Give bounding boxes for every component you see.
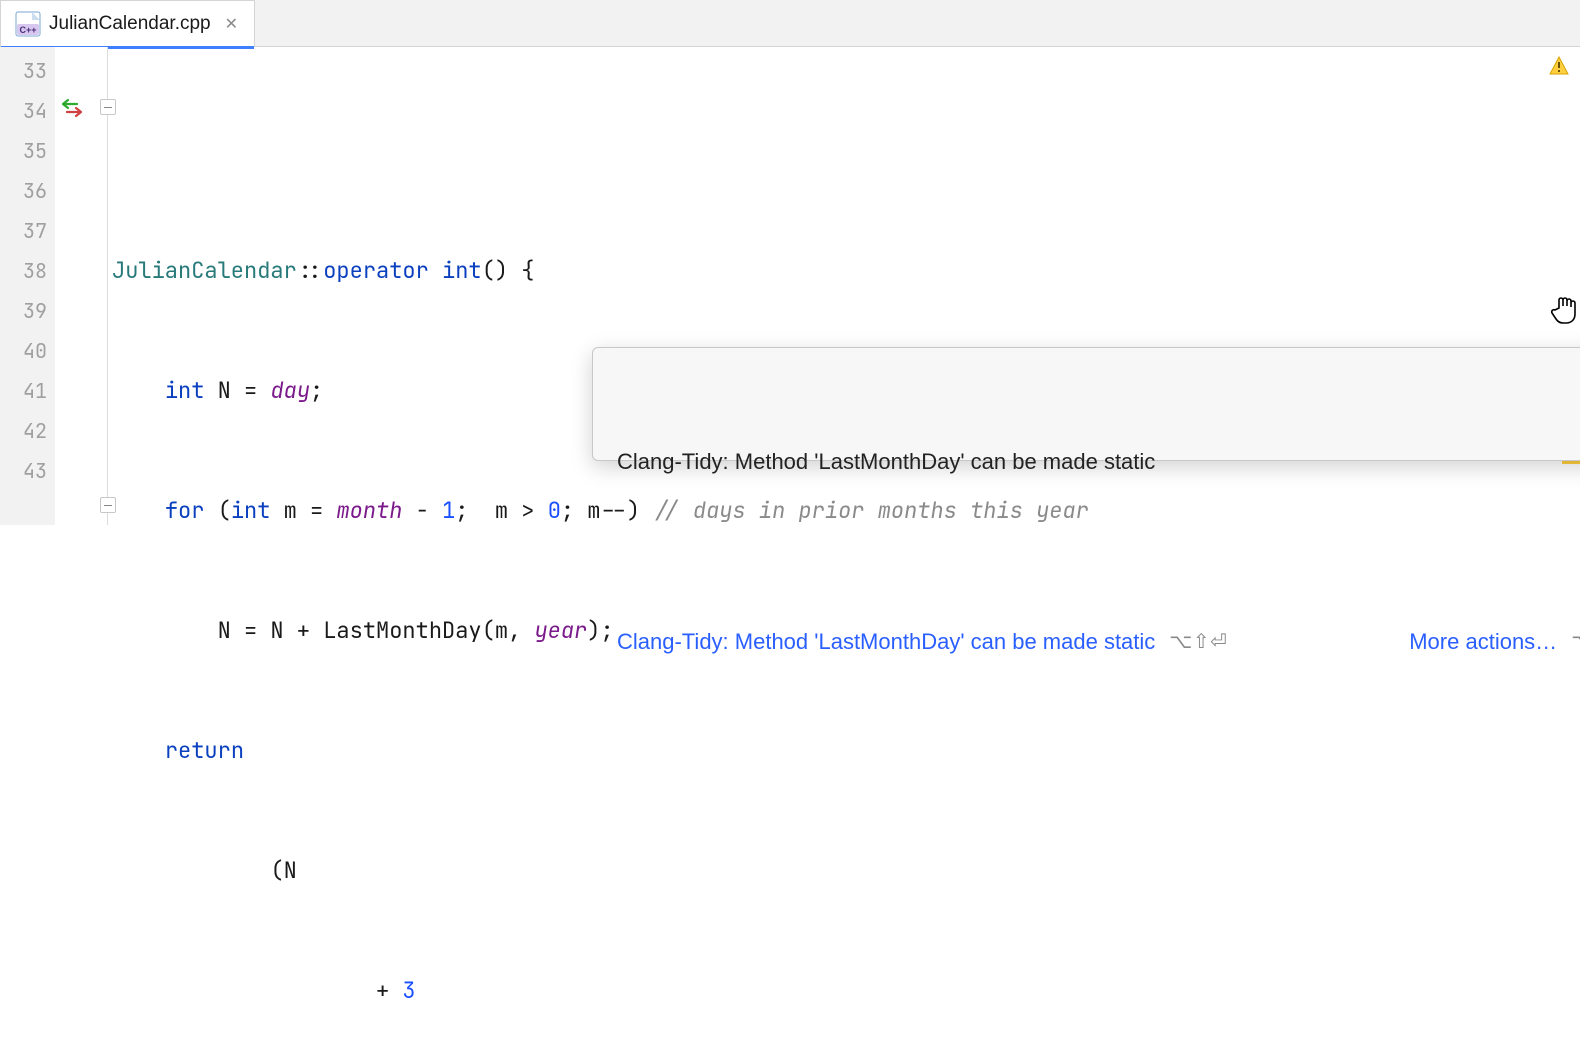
more-actions-link[interactable]: More actions…: [1409, 622, 1557, 662]
code-content[interactable]: JulianCalendar::operator int() { int N =…: [108, 47, 1580, 525]
inspection-warning-icon[interactable]: [1548, 55, 1570, 77]
line-number: 34: [0, 91, 47, 131]
close-tab-icon[interactable]: ✕: [225, 14, 238, 34]
code-line: (N: [112, 851, 1580, 891]
line-number: 42: [0, 411, 47, 451]
line-number: 37: [0, 211, 47, 251]
marker-gutter: [55, 47, 108, 525]
tab-filename: JulianCalendar.cpp: [49, 13, 211, 35]
line-number: 33: [0, 51, 47, 91]
code-line: return: [112, 731, 1580, 771]
line-number: 38: [0, 251, 47, 291]
line-number: 40: [0, 331, 47, 371]
line-number: 39: [0, 291, 47, 331]
quick-fix-link[interactable]: Clang-Tidy: Method 'LastMonthDay' can be…: [617, 622, 1155, 662]
cpp-file-icon: C++: [15, 11, 41, 37]
line-number: 43: [0, 451, 47, 491]
tab-bar: C++ JulianCalendar.cpp ✕: [0, 0, 1580, 47]
shortcut-hint: ⌥⏎: [1571, 622, 1580, 662]
code-line: [112, 131, 1580, 171]
editor-tab[interactable]: C++ JulianCalendar.cpp ✕: [0, 0, 255, 46]
inspection-popup: Clang-Tidy: Method 'LastMonthDay' can be…: [592, 347, 1580, 461]
code-editor[interactable]: 33 34 35 36 37 38 39 40 41 42 43 JulianC…: [0, 47, 1580, 525]
inspection-title: Clang-Tidy: Method 'LastMonthDay' can be…: [617, 442, 1580, 482]
svg-text:C++: C++: [19, 25, 36, 35]
line-number-gutter: 33 34 35 36 37 38 39 40 41 42 43: [0, 47, 55, 525]
code-line: + 3: [112, 971, 1580, 1011]
cursor-hand-icon: [1550, 294, 1580, 326]
vcs-change-icon[interactable]: [59, 95, 85, 121]
shortcut-hint: ⌥⇧⏎: [1169, 622, 1227, 662]
code-line: JulianCalendar::operator int() {: [112, 251, 1580, 291]
line-number: 36: [0, 171, 47, 211]
line-number: 35: [0, 131, 47, 171]
line-number: 41: [0, 371, 47, 411]
